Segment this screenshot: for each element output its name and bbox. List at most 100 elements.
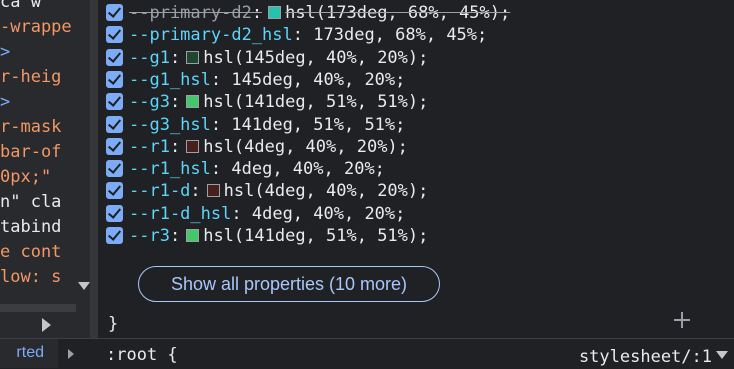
property-declaration: --primary-d2_hsl: 173deg, 68%, 45%; [129, 25, 487, 45]
property-name[interactable]: --r1_hsl [129, 159, 211, 179]
property-colon: : [190, 181, 201, 202]
rule-close-brace: } [108, 314, 119, 334]
property-name[interactable]: --g1_hsl [129, 70, 211, 90]
property-value[interactable]: hsl(141deg, 51%, 51%); [203, 92, 428, 112]
dom-tree-line[interactable]: r-heig [0, 66, 61, 88]
dom-tree-line[interactable]: r-mask [0, 116, 61, 138]
property-declaration: --primary-d2: hsl(173deg, 68%, 45%); [129, 3, 510, 23]
property-checkbox[interactable] [106, 48, 123, 66]
property-checkbox[interactable] [106, 160, 123, 178]
property-declaration: --g1_hsl: 145deg, 40%, 20%; [129, 70, 405, 90]
property-name[interactable]: --primary-d2 [129, 3, 252, 23]
dom-tree-line[interactable]: bar-of [0, 141, 61, 163]
css-property-row[interactable]: --r1-d_hsl: 4deg, 40%, 20%; [106, 203, 405, 225]
css-property-row[interactable]: --g3: hsl(141deg, 51%, 51%); [106, 91, 428, 113]
bottom-bar: rted :root { stylesheet/:1 [0, 338, 734, 369]
color-swatch[interactable] [206, 184, 220, 198]
property-value[interactable]: hsl(141deg, 51%, 51%); [203, 226, 428, 246]
dom-tree-pane[interactable]: ca w -wrappe > r-heig > r-mask bar-of 0px;" n" … [0, 0, 90, 338]
property-name[interactable]: --r1 [129, 137, 170, 157]
property-colon: : [292, 25, 304, 46]
property-value[interactable]: 4deg, 40%, 20%; [231, 159, 385, 179]
property-value[interactable]: hsl(145deg, 40%, 20%); [203, 48, 428, 68]
styles-pane: --primary-d2: hsl(173deg, 68%, 45%); --pri… [98, 0, 734, 338]
inherited-tab-label: rted [16, 344, 44, 361]
dom-tree-line[interactable]: > [0, 41, 10, 63]
property-name[interactable]: --primary-d2_hsl [129, 25, 293, 45]
property-checkbox[interactable] [106, 227, 123, 244]
dom-vertical-scrollbar[interactable] [76, 0, 90, 310]
css-property-row[interactable]: --r1-d: hsl(4deg, 40%, 20%); [106, 180, 428, 202]
css-property-row[interactable]: --primary-d2: hsl(173deg, 68%, 45%); [106, 2, 510, 24]
color-swatch[interactable] [186, 50, 200, 64]
css-property-row[interactable]: --r3: hsl(141deg, 51%, 51%); [106, 225, 428, 247]
css-property-row[interactable]: --g1: hsl(145deg, 40%, 20%); [106, 47, 428, 69]
property-colon: : [169, 92, 181, 113]
property-value[interactable]: 173deg, 68%, 45%; [313, 25, 487, 45]
property-checkbox[interactable] [106, 70, 123, 88]
property-declaration: --r1-d_hsl: 4deg, 40%, 20%; [129, 204, 405, 224]
property-checkbox[interactable] [106, 204, 123, 222]
property-name[interactable]: --r1-d_hsl [129, 204, 231, 224]
root-selector[interactable]: :root { [106, 343, 178, 367]
property-declaration: --r3: hsl(141deg, 51%, 51%); [129, 226, 428, 246]
property-declaration: --r1_hsl: 4deg, 40%, 20%; [129, 159, 385, 179]
color-swatch[interactable] [186, 229, 200, 242]
property-checkbox[interactable] [106, 26, 123, 44]
property-colon: : [169, 47, 181, 68]
property-declaration: --r1-d: hsl(4deg, 40%, 20%); [129, 181, 428, 201]
property-colon: : [210, 159, 222, 180]
property-colon: : [169, 226, 181, 246]
property-value[interactable]: 145deg, 40%, 20%; [231, 70, 405, 90]
property-colon: : [251, 3, 263, 23]
pane-divider[interactable] [90, 0, 98, 367]
color-swatch[interactable] [268, 6, 282, 19]
stylesheet-dropdown-icon[interactable] [716, 351, 728, 359]
css-property-row[interactable]: --g3_hsl: 141deg, 51%, 51%; [106, 114, 405, 136]
property-checkbox[interactable] [106, 137, 123, 155]
property-value[interactable]: hsl(4deg, 40%, 20%); [224, 181, 429, 201]
property-name[interactable]: --g1 [129, 48, 170, 68]
dom-tree-line[interactable]: ca w [0, 0, 41, 13]
dom-tree-line[interactable]: tabind [0, 216, 61, 238]
property-value[interactable]: 4deg, 40%, 20%; [252, 204, 406, 224]
property-checkbox[interactable] [106, 93, 123, 111]
property-colon: : [210, 69, 222, 90]
css-property-row[interactable]: --r1_hsl: 4deg, 40%, 20%; [106, 158, 385, 180]
dom-tree-line[interactable]: -wrappe [0, 16, 72, 38]
expand-arrow-icon[interactable] [68, 349, 74, 359]
color-swatch[interactable] [186, 139, 200, 153]
property-name[interactable]: --r1-d [129, 181, 190, 201]
property-value[interactable]: 141deg, 51%, 51%; [231, 115, 405, 135]
property-value[interactable]: hsl(4deg, 40%, 20%); [203, 137, 408, 157]
property-declaration: --r1: hsl(4deg, 40%, 20%); [129, 137, 408, 157]
property-colon: : [231, 203, 242, 224]
scroll-down-arrow-icon[interactable] [78, 282, 90, 290]
dom-tree-line[interactable]: 0px;" [0, 166, 51, 188]
property-declaration: --g1: hsl(145deg, 40%, 20%); [129, 48, 428, 68]
property-declaration: --g3_hsl: 141deg, 51%, 51%; [129, 115, 405, 135]
property-colon: : [169, 136, 181, 157]
property-declaration: --g3: hsl(141deg, 51%, 51%); [129, 92, 428, 112]
property-name[interactable]: --g3 [129, 92, 170, 112]
dom-tree-line[interactable]: > [0, 91, 10, 113]
property-checkbox[interactable] [106, 182, 123, 200]
dom-tree-line[interactable]: n" cla [0, 191, 61, 213]
stylesheet-link[interactable]: stylesheet/:1 [579, 345, 712, 369]
dom-tree-line[interactable]: low: s [0, 266, 61, 288]
property-checkbox[interactable] [106, 4, 123, 21]
css-property-row[interactable]: --r1: hsl(4deg, 40%, 20%); [106, 136, 408, 158]
property-name[interactable]: --g3_hsl [129, 115, 211, 135]
property-value[interactable]: hsl(173deg, 68%, 45%); [285, 3, 510, 23]
dom-tree-line[interactable]: e cont [0, 241, 61, 263]
show-all-properties-button[interactable]: Show all properties (10 more) [138, 266, 440, 302]
color-swatch[interactable] [186, 95, 200, 109]
add-rule-icon[interactable] [672, 310, 692, 330]
css-property-row[interactable]: --g1_hsl: 145deg, 40%, 20%; [106, 69, 405, 91]
property-name[interactable]: --r3 [129, 226, 170, 246]
property-checkbox[interactable] [106, 115, 123, 133]
css-property-row[interactable]: --primary-d2_hsl: 173deg, 68%, 45%; [106, 24, 487, 46]
inherited-tab[interactable]: rted [0, 339, 58, 368]
scroll-right-arrow-icon[interactable] [42, 318, 51, 332]
dom-horizontal-scrollbar[interactable] [0, 304, 76, 312]
